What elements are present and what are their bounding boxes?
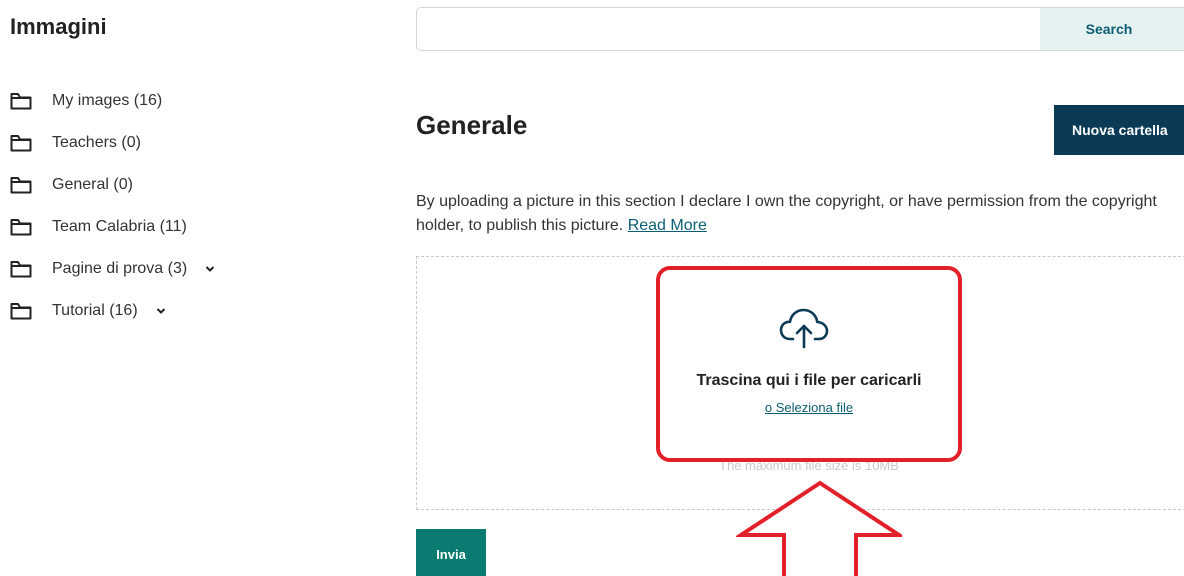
max-file-size-text: The maximum file size is 10MB [719,458,899,473]
cloud-upload-icon [778,305,830,349]
copyright-text: By uploading a picture in this section I… [416,193,1157,234]
sidebar-item-label: Teachers (0) [52,134,141,151]
chevron-down-icon[interactable] [156,306,166,316]
sidebar-item-label: My images (16) [52,92,163,109]
search-button[interactable]: Search [1040,8,1184,50]
read-more-link[interactable]: Read More [628,217,707,234]
sidebar-item-pagine-di-prova[interactable]: Pagine di prova (3) [10,248,215,290]
chevron-down-icon[interactable] [205,264,215,274]
search-bar: Search [416,7,1184,51]
copyright-notice: By uploading a picture in this section I… [416,190,1166,238]
sidebar-item-label: Tutorial (16) [52,302,138,319]
folder-icon [10,260,32,278]
page-title: Generale [416,110,528,140]
submit-button[interactable]: Invia [416,529,486,576]
sidebar-item-label: Pagine di prova (3) [52,260,188,277]
search-input[interactable] [417,8,1040,50]
sidebar-item-label: Team Calabria (11) [52,218,187,235]
dropzone-title: Trascina qui i file per caricarli [696,372,922,389]
folder-icon [10,92,32,110]
folder-icon [10,302,32,320]
sidebar-item-tutorial[interactable]: Tutorial (16) [10,290,215,332]
new-folder-button[interactable]: Nuova cartella [1054,105,1184,155]
sidebar-item-my-images[interactable]: My images (16) [10,80,215,122]
sidebar-item-team-calabria[interactable]: Team Calabria (11) [10,206,215,248]
folder-icon [10,218,32,236]
sidebar-item-general[interactable]: General (0) [10,164,215,206]
sidebar-item-teachers[interactable]: Teachers (0) [10,122,215,164]
folder-list: My images (16) Teachers (0) General (0) … [10,80,215,332]
folder-icon [10,176,32,194]
sidebar-title: Immagini [10,14,107,39]
folder-icon [10,134,32,152]
select-file-link[interactable]: o Seleziona file [656,400,962,415]
sidebar-item-label: General (0) [52,176,133,193]
